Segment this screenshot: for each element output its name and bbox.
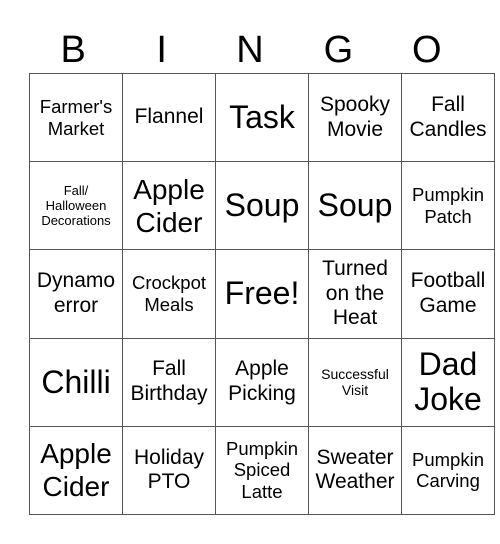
header-letter-n: N bbox=[236, 29, 264, 71]
bingo-cell[interactable]: Soup bbox=[308, 161, 402, 251]
bingo-cell[interactable]: Spooky Movie bbox=[308, 72, 402, 163]
bingo-cell[interactable]: Pumpkin Patch bbox=[401, 161, 495, 251]
bingo-cell[interactable]: Pumpkin Spiced Latte bbox=[215, 425, 309, 516]
bingo-cell[interactable]: Turned on the Heat bbox=[308, 249, 402, 339]
free-space[interactable]: Free! bbox=[215, 249, 309, 339]
bingo-cell[interactable]: Chilli bbox=[29, 337, 123, 427]
bingo-row: Farmer's Market Flannel Task Spooky Movi… bbox=[29, 72, 495, 163]
header-letter-g: G bbox=[323, 29, 354, 71]
bingo-cell[interactable]: Dynamo error bbox=[29, 249, 123, 339]
bingo-cell[interactable]: Soup bbox=[215, 161, 309, 251]
bingo-cell[interactable]: Apple Picking bbox=[215, 337, 309, 427]
bingo-cell[interactable]: Fall Birthday bbox=[122, 337, 216, 427]
bingo-cell[interactable]: Successful Visit bbox=[308, 337, 402, 427]
bingo-cell[interactable]: Pumpkin Carving bbox=[401, 425, 495, 516]
bingo-cell[interactable]: Fall Candles bbox=[401, 72, 495, 163]
bingo-row: Chilli Fall Birthday Apple Picking Succe… bbox=[29, 337, 495, 427]
header-letter-i: I bbox=[156, 29, 167, 71]
bingo-cell[interactable]: Dad Joke bbox=[401, 337, 495, 427]
bingo-cell[interactable]: Apple Cider bbox=[122, 161, 216, 251]
bingo-cell[interactable]: Task bbox=[215, 72, 309, 163]
bingo-row: Apple Cider Holiday PTO Pumpkin Spiced L… bbox=[29, 425, 495, 516]
bingo-cell[interactable]: Flannel bbox=[122, 72, 216, 163]
bingo-cell[interactable]: Apple Cider bbox=[29, 425, 123, 516]
header-letter-o: O bbox=[412, 29, 442, 71]
bingo-cell[interactable]: Holiday PTO bbox=[122, 425, 216, 516]
bingo-card: Farmer's Market Flannel Task Spooky Movi… bbox=[29, 72, 495, 516]
bingo-cell[interactable]: Farmer's Market bbox=[29, 72, 123, 163]
bingo-cell[interactable]: Sweater Weather bbox=[308, 425, 402, 516]
bingo-cell[interactable]: Crockpot Meals bbox=[122, 249, 216, 339]
header-letter-b: B bbox=[60, 29, 86, 71]
bingo-row: Fall/ Halloween Decorations Apple Cider … bbox=[29, 161, 495, 251]
bingo-header: B I N G O bbox=[29, 28, 471, 73]
bingo-cell[interactable]: Football Game bbox=[401, 249, 495, 339]
bingo-row: Dynamo error Crockpot Meals Free! Turned… bbox=[29, 249, 495, 339]
bingo-cell[interactable]: Fall/ Halloween Decorations bbox=[29, 161, 123, 251]
